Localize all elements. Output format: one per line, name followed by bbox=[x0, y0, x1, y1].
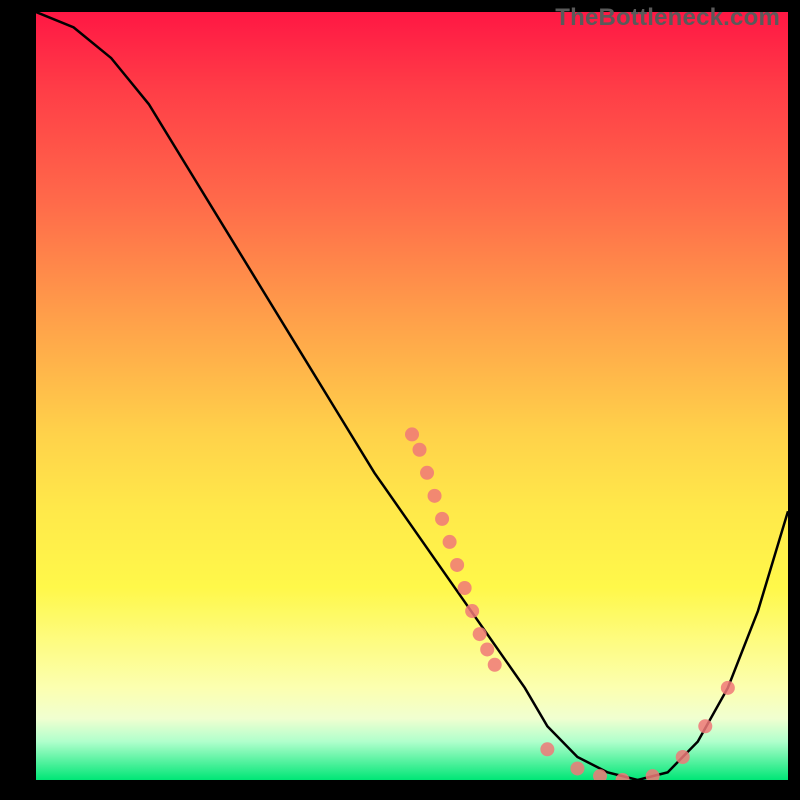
data-point bbox=[721, 681, 735, 695]
data-point bbox=[473, 627, 487, 641]
data-point bbox=[450, 558, 464, 572]
data-point bbox=[405, 427, 419, 441]
data-point bbox=[570, 761, 584, 775]
data-point bbox=[413, 443, 427, 457]
points-group bbox=[405, 427, 735, 780]
data-point bbox=[458, 581, 472, 595]
data-point bbox=[698, 719, 712, 733]
data-point bbox=[676, 750, 690, 764]
data-point bbox=[435, 512, 449, 526]
data-point bbox=[480, 642, 494, 656]
watermark-text: TheBottleneck.com bbox=[555, 4, 780, 32]
data-point bbox=[420, 466, 434, 480]
curve-svg bbox=[36, 12, 788, 780]
data-point bbox=[488, 658, 502, 672]
bottleneck-curve bbox=[36, 12, 788, 780]
data-point bbox=[540, 742, 554, 756]
data-point bbox=[443, 535, 457, 549]
data-point bbox=[646, 769, 660, 780]
chart-container: TheBottleneck.com bbox=[0, 0, 800, 800]
data-point bbox=[428, 489, 442, 503]
plot-area bbox=[36, 12, 788, 780]
data-point bbox=[465, 604, 479, 618]
